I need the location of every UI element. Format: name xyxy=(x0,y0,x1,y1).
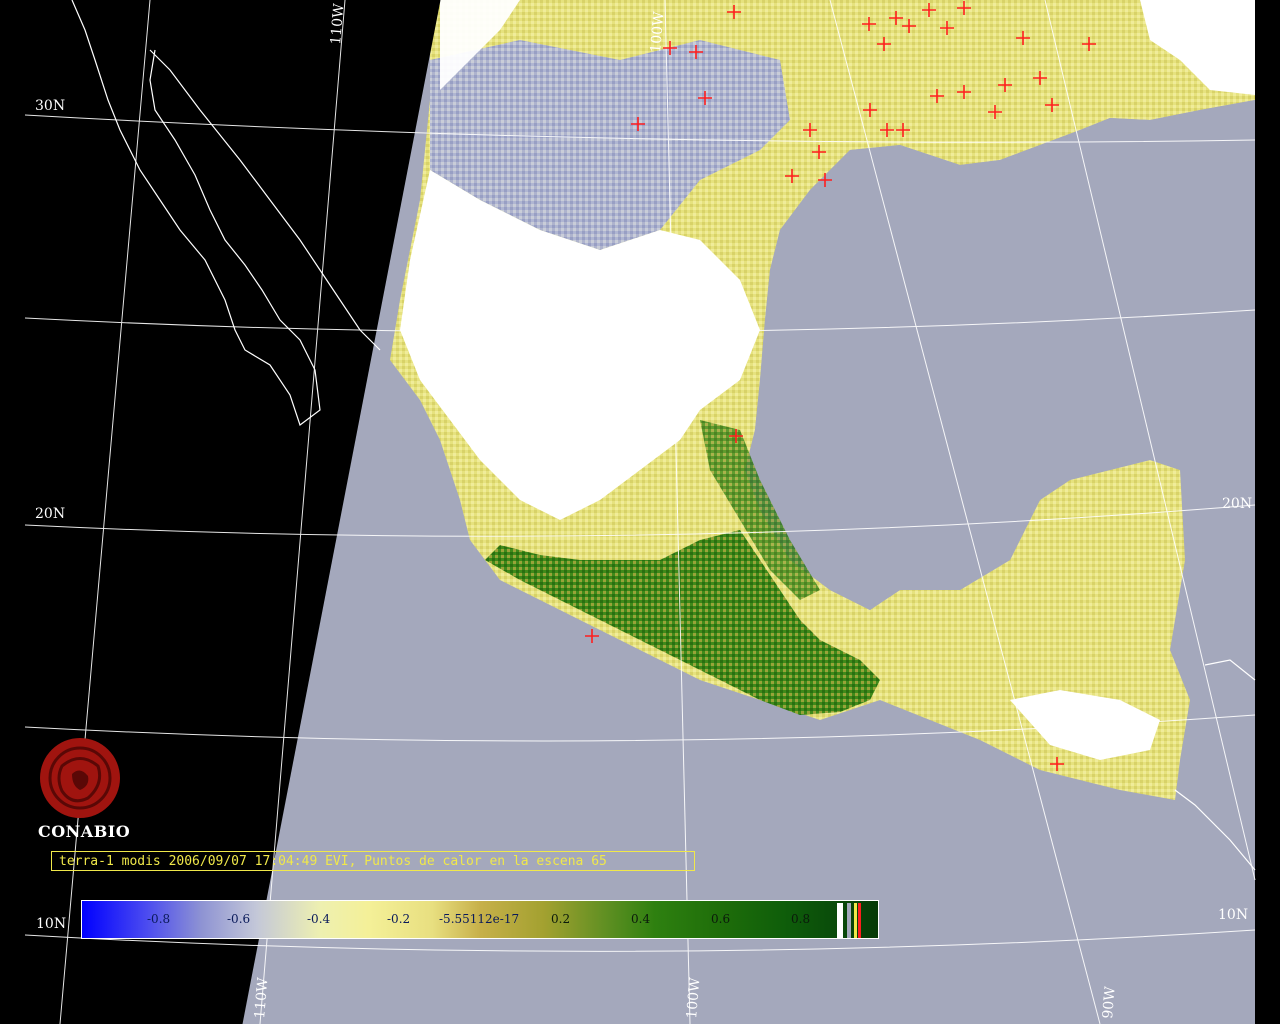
colorbar-tick: 0.2 xyxy=(551,912,571,926)
logo-text: CONABIO xyxy=(38,822,131,841)
lon-label-90w-bottom: 90W xyxy=(1100,985,1119,1020)
colorbar-nodata-white xyxy=(837,903,843,938)
colorbar-tick: 0.6 xyxy=(711,912,731,926)
colorbar-hotspot-red xyxy=(858,903,861,938)
colorbar-tick: -0.8 xyxy=(147,912,171,926)
colorbar-tick: -0.2 xyxy=(387,912,411,926)
lat-label-10n-west: 10N xyxy=(36,916,67,932)
baja-coastline xyxy=(71,0,321,426)
colorbar-nodata-water xyxy=(847,903,851,938)
image-caption: terra-1 modis 2006/09/07 17:04:49 EVI, P… xyxy=(51,851,695,871)
lat-label-10n-east: 10N xyxy=(1218,907,1249,923)
mainland-coastline xyxy=(149,49,381,351)
lat-label-20n-east: 20N xyxy=(1222,496,1253,512)
colorbar-tick: -5.55112e-17 xyxy=(439,912,520,926)
colorbar-hotspot-yellow xyxy=(854,903,857,938)
lat-label-20n-west: 20N xyxy=(35,506,66,522)
evi-colorbar: -0.8 -0.6 -0.4 -0.2 -5.55112e-17 0.2 0.4… xyxy=(81,900,879,939)
lat-label-30n: 30N xyxy=(35,98,66,114)
colorbar-tick: -0.6 xyxy=(227,912,251,926)
colorbar-tick: 0.4 xyxy=(631,912,651,926)
colorbar-tick: 0.8 xyxy=(791,912,811,926)
conabio-logo xyxy=(40,738,120,818)
colorbar-tick: -0.4 xyxy=(307,912,331,926)
